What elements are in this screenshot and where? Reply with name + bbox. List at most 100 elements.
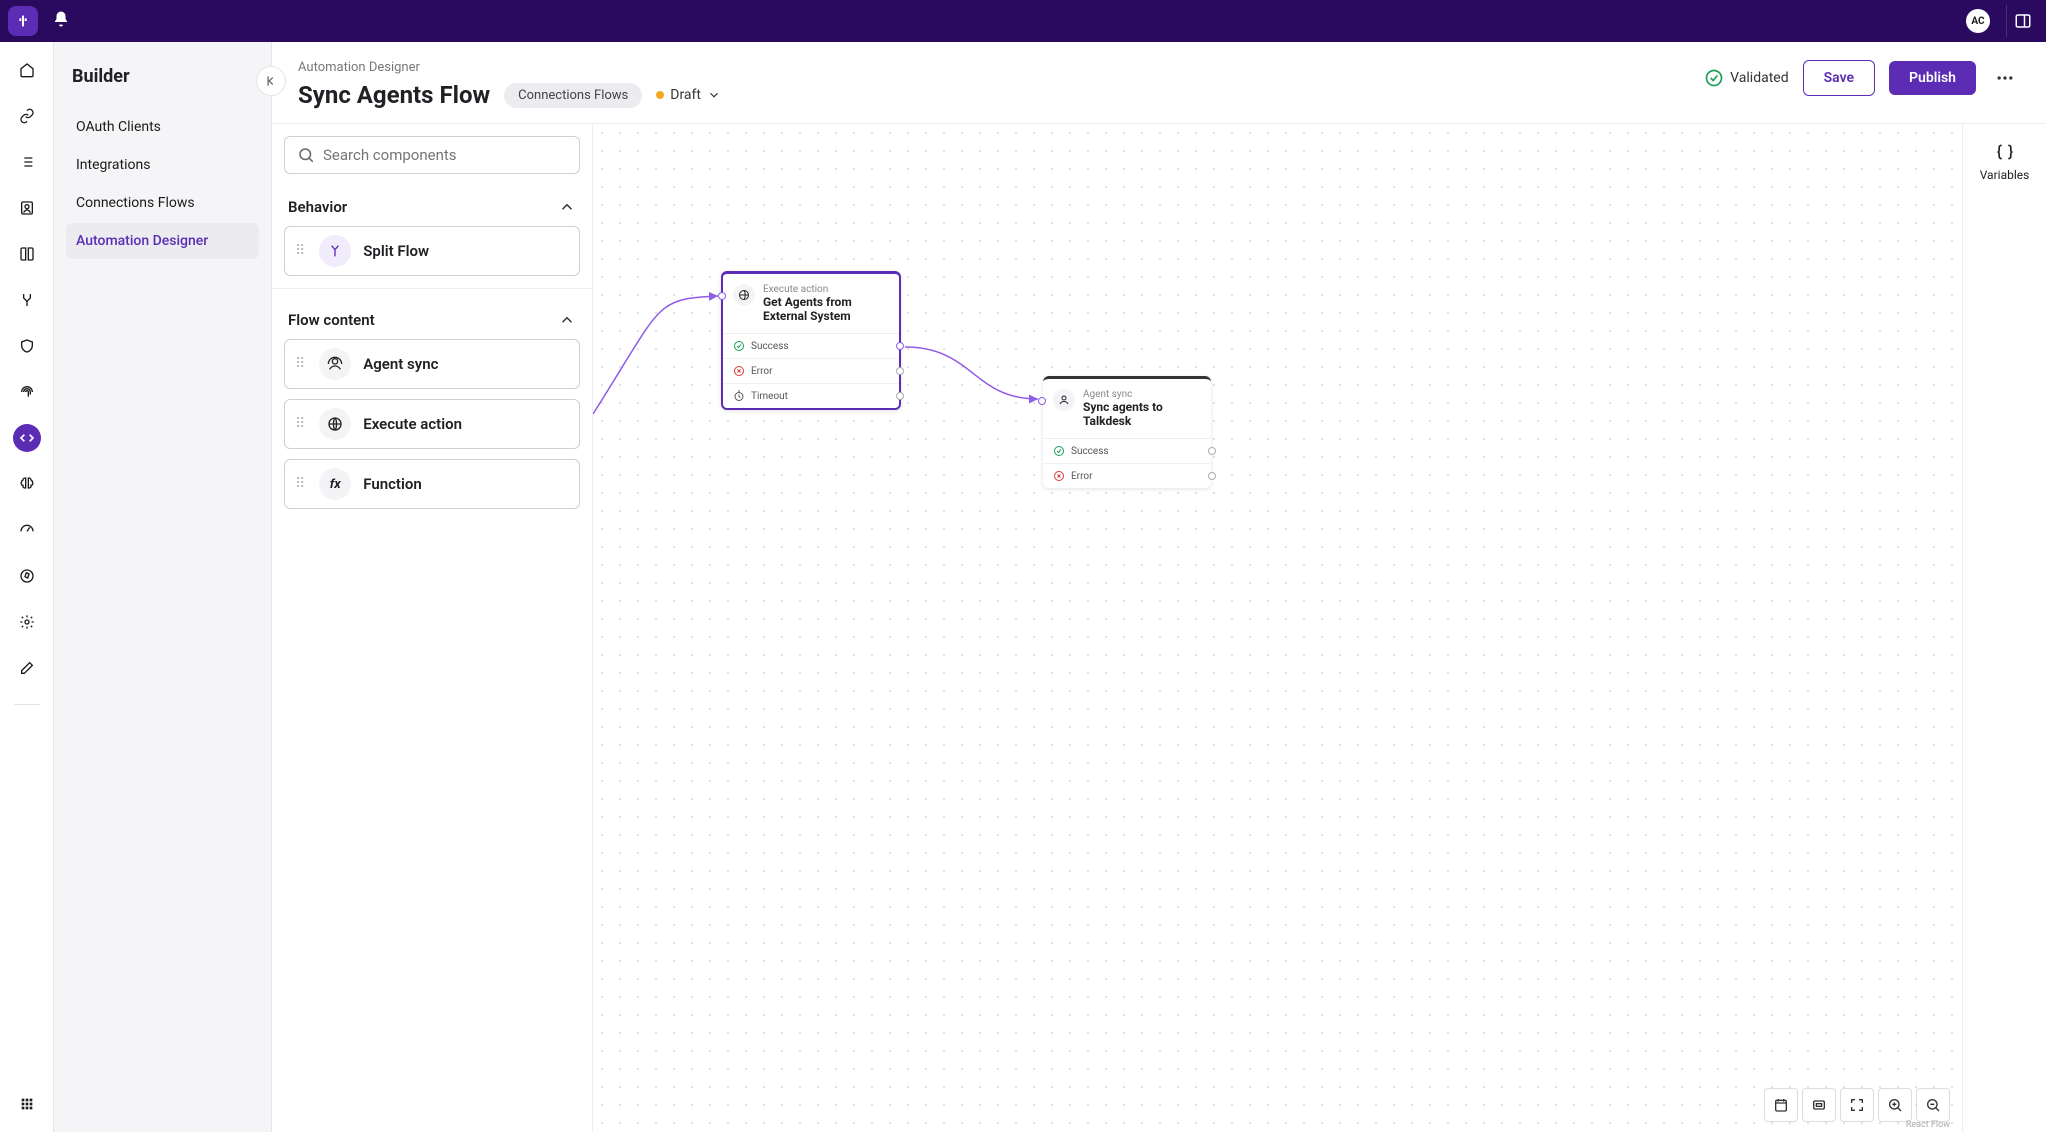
check-circle-icon	[1053, 445, 1065, 457]
check-circle-icon	[733, 340, 745, 352]
palette-label: Split Flow	[363, 242, 429, 260]
nav-fingerprint-icon[interactable]	[13, 378, 41, 406]
page-header: Automation Designer Sync Agents Flow Con…	[272, 42, 2046, 124]
port-in[interactable]	[718, 292, 726, 300]
fit-view-button[interactable]	[1802, 1088, 1836, 1122]
split-icon	[319, 235, 351, 267]
sidebar-item-automation[interactable]: Automation Designer	[66, 223, 259, 259]
nav-shield-icon[interactable]	[13, 332, 41, 360]
node-title: Sync agents to Talkdesk	[1083, 400, 1201, 428]
calendar-button[interactable]	[1764, 1088, 1798, 1122]
component-palette: Behavior ⠿ Split Flow Flow content ⠿	[272, 124, 593, 1132]
node-row-success[interactable]: Success	[1043, 439, 1211, 464]
nav-compass-icon[interactable]	[13, 562, 41, 590]
variables-rail[interactable]: Variables	[1962, 124, 2046, 1132]
nav-gear-icon[interactable]	[13, 608, 41, 636]
node-execute-action[interactable]: Execute action Get Agents from External …	[721, 271, 901, 410]
agent-icon	[1053, 389, 1075, 411]
nav-rail	[0, 42, 54, 1132]
drag-handle-icon: ⠿	[295, 476, 307, 492]
canvas-controls	[1764, 1088, 1950, 1122]
zoom-in-button[interactable]	[1878, 1088, 1912, 1122]
nav-apps-icon[interactable]	[13, 1090, 41, 1118]
more-button[interactable]	[1990, 63, 2020, 93]
node-row-error[interactable]: Error	[723, 359, 899, 384]
node-row-error[interactable]: Error	[1043, 464, 1211, 488]
flow-canvas[interactable]: Execute action Get Agents from External …	[593, 124, 1962, 1132]
fullscreen-button[interactable]	[1840, 1088, 1874, 1122]
variables-label: Variables	[1980, 168, 2030, 182]
row-label: Success	[1071, 446, 1109, 457]
port-out[interactable]	[1208, 447, 1216, 455]
nav-book-icon[interactable]	[13, 240, 41, 268]
nav-link-icon[interactable]	[13, 102, 41, 130]
avatar[interactable]: AC	[1966, 9, 1990, 33]
port-in[interactable]	[1038, 397, 1046, 405]
port-out[interactable]	[896, 367, 904, 375]
node-type-label: Agent sync	[1083, 389, 1201, 400]
palette-item-split-flow[interactable]: ⠿ Split Flow	[284, 226, 580, 276]
nav-contact-icon[interactable]	[13, 194, 41, 222]
drag-handle-icon: ⠿	[295, 416, 307, 432]
publish-button[interactable]: Publish	[1889, 61, 1976, 95]
nav-gauge-icon[interactable]	[13, 516, 41, 544]
validated-badge: Validated	[1704, 68, 1788, 88]
check-circle-icon	[1704, 68, 1724, 88]
breadcrumb: Automation Designer	[298, 60, 721, 75]
row-label: Timeout	[751, 391, 788, 402]
agent-icon	[319, 348, 351, 380]
palette-label: Execute action	[363, 415, 462, 433]
sidebar-item-oauth[interactable]: OAuth Clients	[66, 109, 259, 145]
section-behavior-header[interactable]: Behavior	[284, 192, 580, 226]
globe-icon	[319, 408, 351, 440]
section-flow-label: Flow content	[288, 311, 375, 329]
palette-item-function[interactable]: ⠿ fx Function	[284, 459, 580, 509]
status-dot-icon	[656, 91, 664, 99]
palette-label: Agent sync	[363, 355, 438, 373]
node-row-success[interactable]: Success	[723, 334, 899, 359]
notifications-icon[interactable]	[52, 10, 70, 32]
nav-code-icon[interactable]	[13, 424, 41, 452]
dots-icon	[1995, 68, 2015, 88]
sidebar-item-integrations[interactable]: Integrations	[66, 147, 259, 183]
port-out[interactable]	[896, 342, 904, 350]
port-out[interactable]	[1208, 472, 1216, 480]
panel-toggle-icon[interactable]	[2006, 5, 2038, 37]
avatar-initials: AC	[1971, 16, 1984, 27]
row-label: Error	[1071, 471, 1092, 482]
sidebar: Builder OAuth Clients Integrations Conne…	[54, 42, 272, 1132]
zoom-out-button[interactable]	[1916, 1088, 1950, 1122]
port-out[interactable]	[896, 392, 904, 400]
node-row-timeout[interactable]: Timeout	[723, 384, 899, 408]
save-button[interactable]: Save	[1803, 60, 1875, 96]
sidebar-item-connections[interactable]: Connections Flows	[66, 185, 259, 221]
section-behavior-label: Behavior	[288, 198, 347, 216]
page-title: Sync Agents Flow	[298, 81, 490, 109]
nav-brain-icon[interactable]	[13, 470, 41, 498]
nav-list-icon[interactable]	[13, 148, 41, 176]
nav-edit-icon[interactable]	[13, 654, 41, 682]
validated-label: Validated	[1730, 70, 1788, 86]
drag-handle-icon: ⠿	[295, 356, 307, 372]
x-circle-icon	[733, 365, 745, 377]
search-input[interactable]	[323, 146, 567, 164]
palette-item-execute-action[interactable]: ⠿ Execute action	[284, 399, 580, 449]
collapse-sidebar-button[interactable]	[256, 66, 286, 96]
flow-tag: Connections Flows	[504, 83, 642, 108]
palette-item-agent-sync[interactable]: ⠿ Agent sync	[284, 339, 580, 389]
clock-icon	[733, 390, 745, 402]
node-type-label: Execute action	[763, 284, 889, 295]
node-agent-sync[interactable]: Agent sync Sync agents to Talkdesk Succe…	[1043, 376, 1211, 488]
nav-home-icon[interactable]	[13, 56, 41, 84]
search-input-wrap[interactable]	[284, 136, 580, 174]
drag-handle-icon: ⠿	[295, 243, 307, 259]
node-title: Get Agents from External System	[763, 295, 889, 323]
status-chip[interactable]: Draft	[656, 87, 721, 103]
top-bar: AC	[0, 0, 2046, 42]
palette-label: Function	[363, 475, 421, 493]
nav-divider	[14, 704, 40, 705]
braces-icon	[1995, 142, 2015, 162]
section-flow-header[interactable]: Flow content	[284, 305, 580, 339]
app-logo[interactable]	[8, 6, 38, 36]
nav-branch-icon[interactable]	[13, 286, 41, 314]
